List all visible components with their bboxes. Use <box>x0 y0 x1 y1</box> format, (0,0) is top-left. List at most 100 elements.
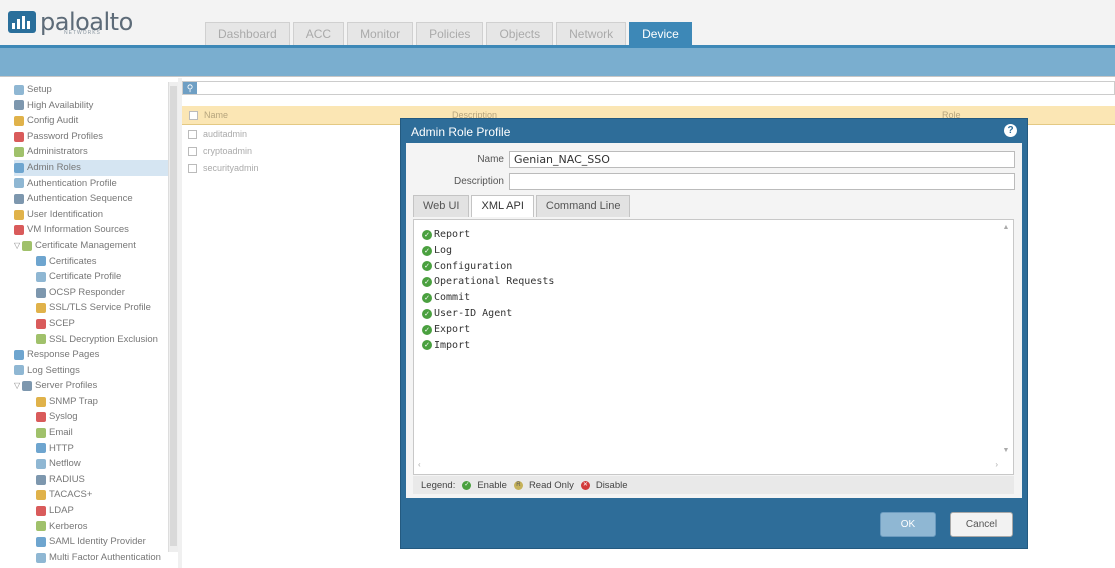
row-name[interactable]: securityadmin <box>203 163 259 173</box>
sidebar-item-scep[interactable]: SCEP <box>14 316 176 332</box>
sidebar-item-response-pages[interactable]: Response Pages <box>14 347 176 363</box>
ocsp-icon <box>36 287 46 298</box>
tab-xml-api[interactable]: XML API <box>471 195 534 217</box>
scroll-right-icon[interactable]: › <box>995 460 998 469</box>
permission-item[interactable]: ✓ Import <box>422 338 470 354</box>
sidebar-item-log-settings[interactable]: Log Settings <box>14 363 176 379</box>
response-icon <box>14 349 24 360</box>
sidebar-scroll-thumb[interactable] <box>170 86 177 546</box>
sidebar-item-ocsp-responder[interactable]: OCSP Responder <box>14 285 176 301</box>
sidebar-item-high-availability[interactable]: High Availability <box>14 98 176 114</box>
tab-command-line[interactable]: Command Line <box>535 195 631 217</box>
row-checkbox[interactable] <box>188 147 197 157</box>
sidebar-item-user-identification[interactable]: User Identification <box>14 207 176 223</box>
auth-icon <box>14 178 24 189</box>
help-icon[interactable]: ? <box>1004 124 1017 137</box>
lock-icon <box>36 334 46 345</box>
permission-item[interactable]: ✓ Report <box>422 227 470 243</box>
enable-status-icon[interactable]: ✓ <box>422 308 432 319</box>
search-icon[interactable]: ⚲ <box>183 82 197 94</box>
sidebar-item-vm-information-sources[interactable]: VM Information Sources <box>14 222 176 238</box>
sidebar-item-ssl-tls-service-profile[interactable]: SSL/TLS Service Profile <box>14 300 176 316</box>
sidebar-item-password-profiles[interactable]: Password Profiles <box>14 129 176 145</box>
sidebar-item-certificate-profile[interactable]: Certificate Profile <box>14 269 176 285</box>
enable-status-icon[interactable]: ✓ <box>422 229 432 240</box>
permission-item[interactable]: ✓ User-ID Agent <box>422 306 512 322</box>
permission-label: User-ID Agent <box>434 308 513 319</box>
sidebar-item-server-profiles[interactable]: ▽ Server Profiles <box>14 378 176 394</box>
select-all-checkbox[interactable] <box>189 111 198 121</box>
sidebar-item-ldap[interactable]: LDAP <box>14 503 176 519</box>
sidebar-item-ssl-decryption-exclusion[interactable]: SSL Decryption Exclusion <box>14 332 176 348</box>
row-name[interactable]: cryptoadmin <box>203 146 252 156</box>
enable-status-icon[interactable]: ✓ <box>422 277 432 288</box>
permission-item[interactable]: ✓ Commit <box>422 290 470 306</box>
sidebar-item-http[interactable]: HTTP <box>14 441 176 457</box>
sidebar-item-email[interactable]: Email <box>14 425 176 441</box>
sidebar-item-tacacs[interactable]: TACACS+ <box>14 487 176 503</box>
enable-status-icon[interactable]: ✓ <box>422 245 432 256</box>
sidebar-item-snmp-trap[interactable]: SNMP Trap <box>14 394 176 410</box>
table-row[interactable]: auditadmin <box>188 127 247 141</box>
tab-device[interactable]: Device <box>629 22 692 45</box>
tab-web-ui[interactable]: Web UI <box>413 195 470 217</box>
permission-item[interactable]: ✓ Configuration <box>422 259 512 275</box>
permission-label: Configuration <box>434 260 513 272</box>
horizontal-scrollbar[interactable]: ‹ › <box>418 460 998 470</box>
scroll-left-icon[interactable]: ‹ <box>418 460 421 469</box>
cancel-button[interactable]: Cancel <box>950 512 1013 537</box>
sidebar-item-authentication-profile[interactable]: Authentication Profile <box>14 176 176 192</box>
row-name[interactable]: auditadmin <box>203 129 247 139</box>
ok-button[interactable]: OK <box>880 512 936 537</box>
sidebar-item-multi-factor-authentication[interactable]: Multi Factor Authentication <box>14 550 176 566</box>
sidebar-item-setup[interactable]: Setup <box>14 82 176 98</box>
name-field[interactable]: Genian_NAC_SSO <box>509 151 1015 168</box>
permission-item[interactable]: ✓ Export <box>422 322 470 338</box>
scroll-up-icon[interactable]: ▲ <box>1001 224 1011 231</box>
enable-status-icon[interactable]: ✓ <box>422 324 432 335</box>
sidebar-item-label: HTTP <box>49 442 74 454</box>
row-checkbox[interactable] <box>188 164 197 174</box>
permission-item[interactable]: ✓ Operational Requests <box>422 274 554 290</box>
sidebar-item-radius[interactable]: RADIUS <box>14 472 176 488</box>
sidebar-item-label: Response Pages <box>27 349 100 361</box>
sidebar-item-netflow[interactable]: Netflow <box>14 456 176 472</box>
table-row[interactable]: securityadmin <box>188 161 259 175</box>
sidebar-item-admin-roles[interactable]: Admin Roles <box>14 159 176 176</box>
enable-status-icon[interactable]: ✓ <box>422 261 432 272</box>
permission-item[interactable]: ✓ Log <box>422 243 452 259</box>
sidebar-item-saml-identity-provider[interactable]: SAML Identity Provider <box>14 534 176 550</box>
tab-policies[interactable]: Policies <box>416 22 484 45</box>
log-icon <box>14 365 24 376</box>
ldap-icon <box>36 505 46 516</box>
sidebar-item-administrators[interactable]: Administrators <box>14 144 176 160</box>
tab-monitor[interactable]: Monitor <box>347 22 414 45</box>
sidebar-item-label: Admin Roles <box>27 161 81 173</box>
grid-header-name[interactable]: Name <box>189 110 228 121</box>
expand-toggle-icon[interactable]: ▽ <box>14 238 22 254</box>
enable-status-icon[interactable]: ✓ <box>422 293 432 304</box>
table-row[interactable]: cryptoadmin <box>188 144 252 158</box>
scroll-down-icon[interactable]: ▼ <box>1001 447 1011 454</box>
splitter-handle[interactable] <box>178 78 182 568</box>
sidebar-item-config-audit[interactable]: Config Audit <box>14 113 176 129</box>
tab-network[interactable]: Network <box>556 22 627 45</box>
sidebar-item-kerberos[interactable]: Kerberos <box>14 519 176 535</box>
permission-label: Report <box>434 229 471 240</box>
sidebar-item-certificates[interactable]: Certificates <box>14 254 176 270</box>
sidebar-item-certificate-management[interactable]: ▽ Certificate Management <box>14 238 176 254</box>
description-field[interactable] <box>509 173 1015 190</box>
enable-status-icon[interactable]: ✓ <box>422 340 432 351</box>
tab-dashboard[interactable]: Dashboard <box>205 22 290 45</box>
tab-acc[interactable]: ACC <box>292 22 345 45</box>
permission-scrollbar[interactable]: ▲ ▼ <box>1001 224 1011 454</box>
row-checkbox[interactable] <box>188 130 197 140</box>
sidebar-scrollbar[interactable] <box>168 82 178 552</box>
expand-toggle-icon[interactable]: ▽ <box>14 378 22 394</box>
sidebar-item-authentication-sequence[interactable]: Authentication Sequence <box>14 191 176 207</box>
sidebar-item-syslog[interactable]: Syslog <box>14 409 176 425</box>
sidebar-item-label: Authentication Profile <box>27 177 117 189</box>
filter-bar[interactable]: ⚲ <box>182 81 1115 95</box>
ssl-icon <box>36 303 46 314</box>
tab-objects[interactable]: Objects <box>486 22 554 45</box>
